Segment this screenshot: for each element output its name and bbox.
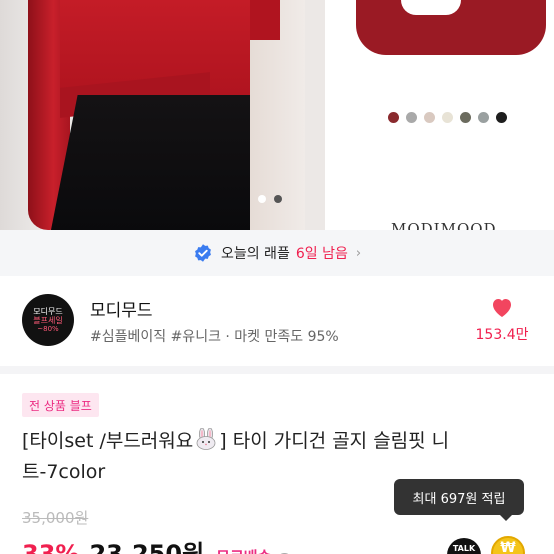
- title-text: [타이set /부드러워요: [22, 430, 194, 452]
- discount-rate: 33%: [22, 540, 80, 554]
- sale-price: 23,250원: [89, 540, 205, 554]
- original-price: 35,000원: [22, 509, 89, 527]
- rabbit-emoji-icon: [196, 428, 216, 450]
- points-tooltip: 최대 697원 적립: [394, 479, 524, 521]
- avatar-text: 블프세일: [33, 315, 63, 325]
- coin-icon[interactable]: ₩: [491, 536, 525, 554]
- price-row: 33% 23,250원 무료배송 i: [22, 534, 293, 554]
- section-divider: [0, 366, 554, 374]
- color-swatch: [478, 112, 489, 123]
- color-swatch: [460, 112, 471, 123]
- raffle-banner[interactable]: 오늘의 래플 6일 남음 ›: [0, 230, 554, 276]
- raffle-days-left: 6일 남음: [295, 246, 348, 262]
- shop-tags: #심플베이직 #유니크 · 마켓 만족도 95%: [90, 329, 339, 345]
- brand-mark: MODIMOOD: [391, 220, 497, 230]
- color-swatch: [442, 112, 453, 123]
- raffle-label: 오늘의 래플: [220, 246, 290, 262]
- shop-like-button[interactable]: 153.4만: [472, 296, 532, 344]
- verified-badge-icon: [195, 244, 211, 262]
- talk-button[interactable]: TALK: [447, 538, 481, 554]
- color-swatch: [496, 112, 507, 123]
- chevron-right-icon: ›: [355, 245, 362, 261]
- color-swatch: [406, 112, 417, 123]
- avatar-text: ~80%: [37, 325, 59, 334]
- carousel-pager: [258, 195, 282, 203]
- product-image-carousel[interactable]: MODIMOOD: [0, 0, 554, 230]
- like-count: 153.4만: [475, 327, 529, 343]
- free-shipping-label: 무료배송: [216, 546, 271, 554]
- product-photo-secondary[interactable]: MODIMOOD: [331, 0, 554, 230]
- color-swatches: [388, 112, 507, 123]
- avatar-text: 모디무드: [33, 306, 63, 316]
- shop-name[interactable]: 모디무드: [90, 296, 153, 321]
- color-swatch: [424, 112, 435, 123]
- heart-icon: [493, 299, 511, 317]
- shop-info[interactable]: 모디무드 블프세일 ~80% 모디무드 #심플베이직 #유니크 · 마켓 만족도…: [0, 276, 554, 366]
- color-swatch: [388, 112, 399, 123]
- sale-badge: 전 상품 블프: [22, 393, 99, 417]
- pager-dot: [258, 195, 266, 203]
- pager-dot: [274, 195, 282, 203]
- shop-avatar[interactable]: 모디무드 블프세일 ~80%: [22, 294, 74, 346]
- product-photo-main[interactable]: [0, 0, 325, 230]
